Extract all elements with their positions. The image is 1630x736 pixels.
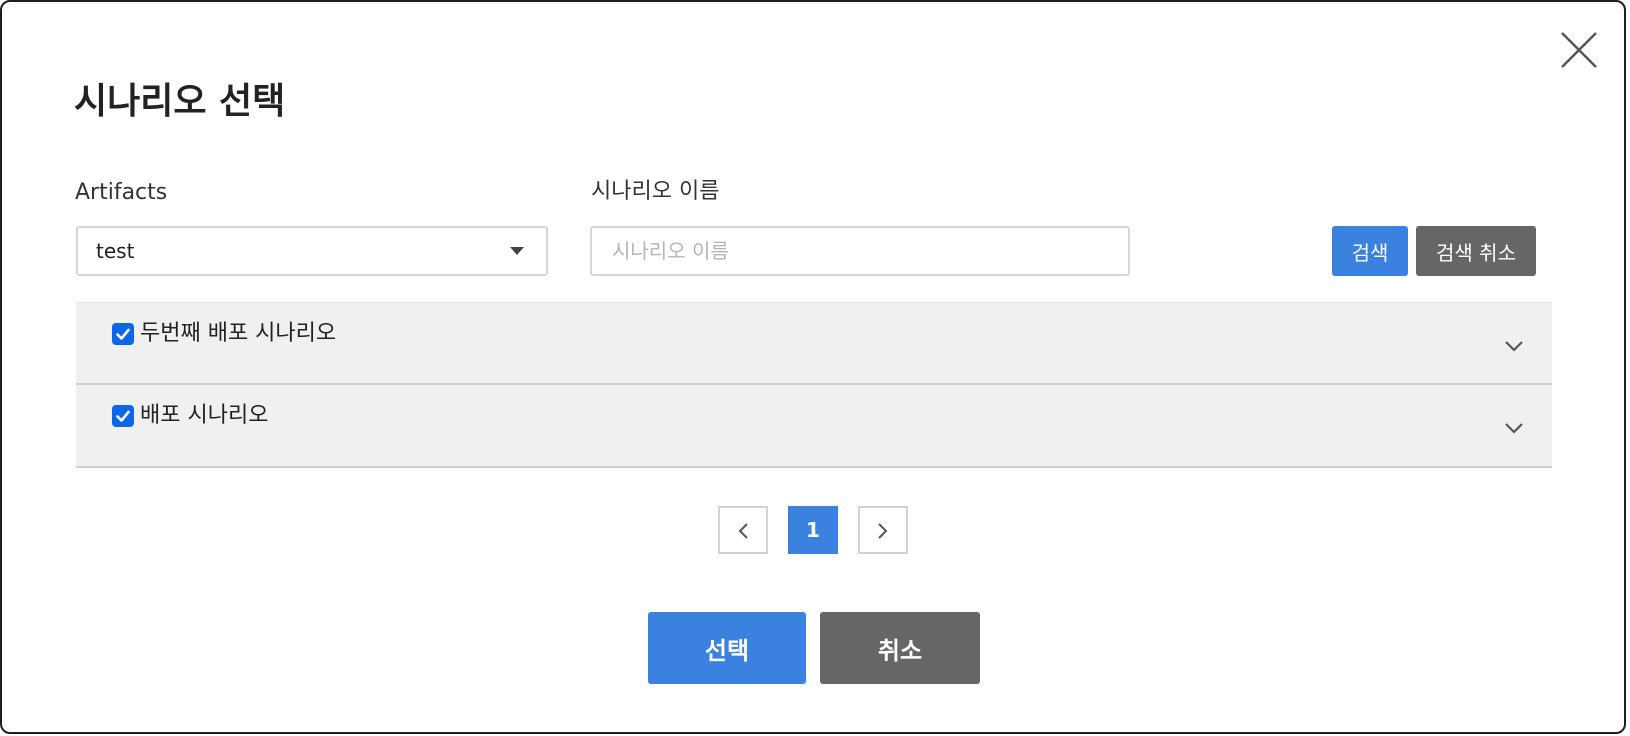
page-prev-button[interactable] (718, 506, 768, 554)
cancel-button[interactable]: 취소 (820, 612, 980, 684)
scenario-label: 두번째 배포 시나리오 (140, 321, 337, 346)
chevron-down-icon[interactable] (1504, 421, 1524, 435)
page-next-button[interactable] (858, 506, 908, 554)
scenario-name-label: 시나리오 이름 (591, 179, 720, 204)
scenario-name-input[interactable] (590, 226, 1130, 276)
chevron-down-icon[interactable] (1504, 339, 1524, 353)
scenario-checkbox[interactable] (112, 405, 134, 427)
search-cancel-button[interactable]: 검색 취소 (1416, 226, 1536, 276)
check-icon (116, 410, 130, 422)
chevron-left-icon (738, 523, 748, 539)
scenario-list: 두번째 배포 시나리오 배포 시나리오 (76, 302, 1552, 468)
artifacts-select[interactable]: test (76, 226, 548, 276)
chevron-right-icon (878, 523, 888, 539)
list-item[interactable]: 두번째 배포 시나리오 (76, 302, 1552, 385)
search-button[interactable]: 검색 (1332, 226, 1408, 276)
list-item[interactable]: 배포 시나리오 (76, 385, 1552, 468)
close-icon (1561, 32, 1597, 68)
dialog-title: 시나리오 선택 (74, 81, 286, 122)
select-button[interactable]: 선택 (648, 612, 806, 684)
page-number-current[interactable]: 1 (788, 506, 838, 554)
scenario-label: 배포 시나리오 (140, 403, 269, 428)
close-button[interactable] (1559, 30, 1599, 70)
artifacts-select-value: test (96, 239, 135, 263)
scenario-checkbox[interactable] (112, 323, 134, 345)
check-icon (116, 328, 130, 340)
scenario-select-dialog: 시나리오 선택 Artifacts 시나리오 이름 test 검색 검색 취소 … (0, 0, 1626, 734)
artifacts-label: Artifacts (75, 180, 168, 205)
caret-down-icon (510, 247, 524, 255)
